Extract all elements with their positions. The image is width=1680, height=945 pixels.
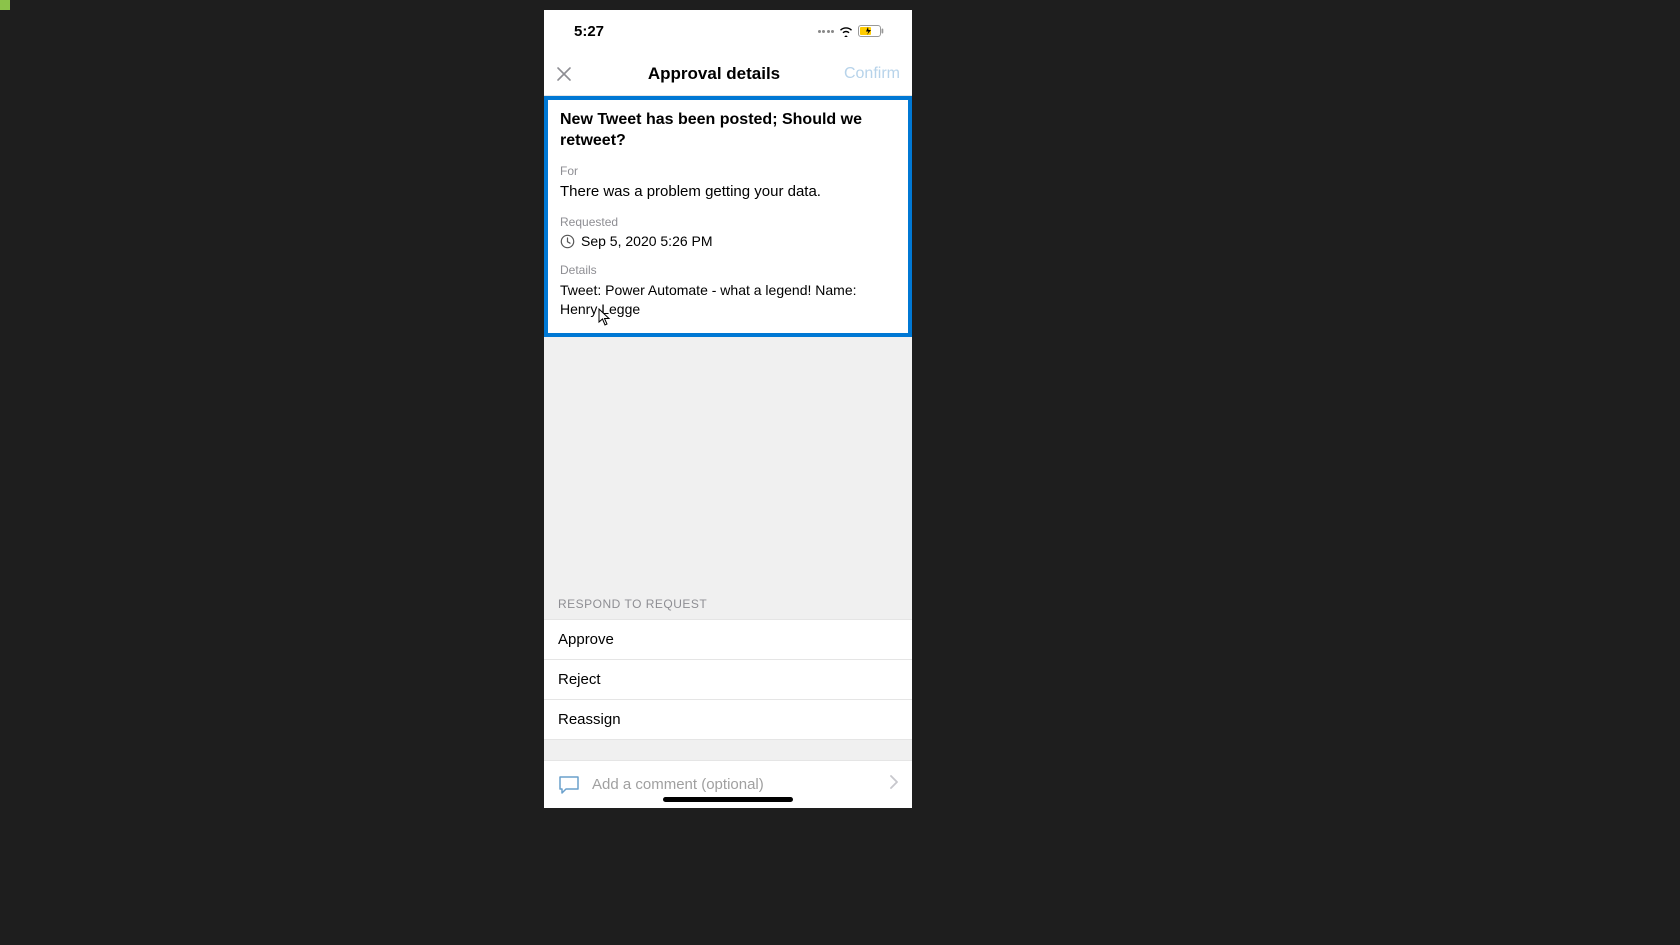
close-icon: [556, 66, 572, 82]
spacer: [544, 337, 912, 587]
for-label: For: [560, 164, 896, 178]
requested-label: Requested: [560, 215, 896, 229]
respond-header: RESPOND TO REQUEST: [544, 587, 912, 619]
status-icons: [818, 25, 885, 37]
approve-button[interactable]: Approve: [544, 620, 912, 660]
reassign-button[interactable]: Reassign: [544, 700, 912, 739]
home-indicator: [663, 797, 793, 802]
for-value: There was a problem getting your data.: [560, 182, 896, 202]
comment-icon: [558, 775, 580, 795]
battery-icon: [858, 25, 884, 37]
requested-row: Sep 5, 2020 5:26 PM: [560, 233, 896, 249]
approval-card: New Tweet has been posted; Should we ret…: [544, 96, 912, 337]
page-title: Approval details: [648, 64, 780, 84]
wifi-icon: [838, 25, 854, 37]
phone-screen: 5:27 Approval details Confirm: [544, 10, 912, 808]
approval-title: New Tweet has been posted; Should we ret…: [560, 110, 896, 152]
reject-button[interactable]: Reject: [544, 660, 912, 700]
status-bar: 5:27: [544, 10, 912, 52]
corner-indicator: [0, 0, 10, 10]
clock-icon: [560, 234, 575, 249]
details-label: Details: [560, 263, 896, 277]
chevron-right-icon: [890, 775, 898, 794]
close-button[interactable]: [556, 66, 588, 82]
requested-value: Sep 5, 2020 5:26 PM: [581, 233, 713, 249]
status-time: 5:27: [574, 23, 604, 40]
action-list: Approve Reject Reassign: [544, 619, 912, 740]
cellular-icon: [818, 30, 835, 33]
confirm-button[interactable]: Confirm: [840, 65, 900, 83]
details-value: Tweet: Power Automate - what a legend! N…: [560, 281, 896, 319]
comment-bar: [544, 760, 912, 808]
comment-input[interactable]: [592, 776, 878, 793]
nav-bar: Approval details Confirm: [544, 52, 912, 96]
content-area: New Tweet has been posted; Should we ret…: [544, 96, 912, 808]
